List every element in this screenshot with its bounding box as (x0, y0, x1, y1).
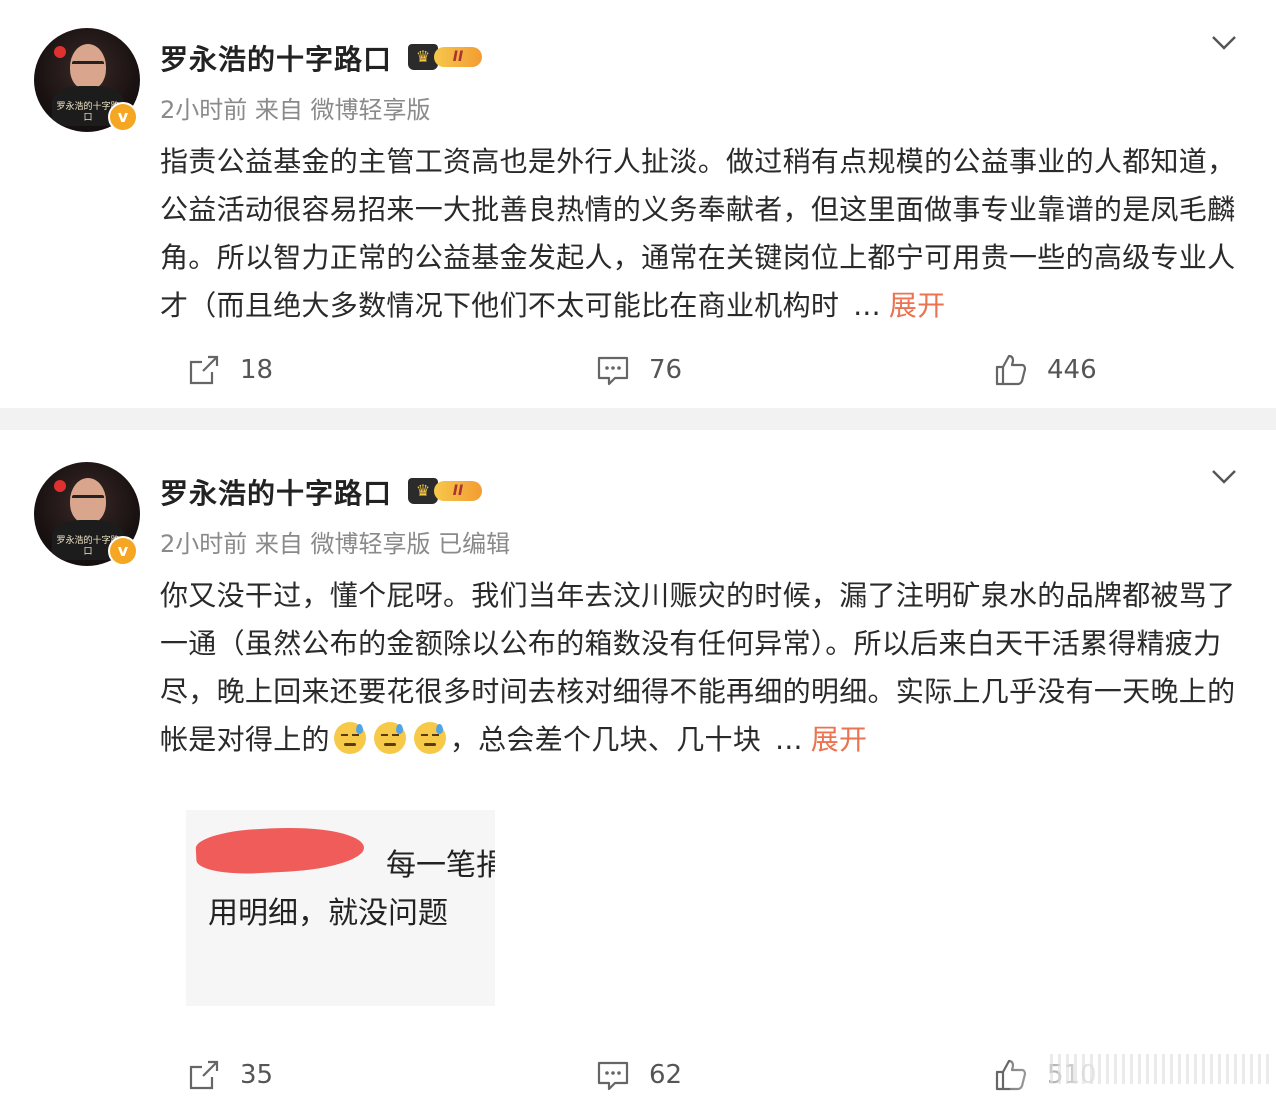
sweat-emoji-icon (373, 722, 406, 754)
comment-button[interactable]: 76 (595, 345, 682, 395)
comment-icon (597, 1061, 629, 1091)
repost-icon (189, 355, 219, 385)
weibo-post-1: 罗永浩的十字路口 v 罗永浩的十字路口 ♛ II 2小时前 来自 微博轻享版 指… (0, 0, 1276, 408)
like-button[interactable]: 446 (993, 345, 1097, 395)
verified-v-icon: v (108, 102, 138, 132)
image-text-line-1: 每一笔捐 (386, 848, 495, 883)
avatar-red-dot (54, 46, 66, 58)
thumbs-up-icon (995, 354, 1027, 386)
ellipsis: ... (775, 723, 803, 756)
post-meta: 2小时前 来自 微博轻享版 (160, 96, 431, 124)
post-image[interactable]: 每一笔捐 用明细，就没问题 (186, 810, 495, 1006)
feed-separator (0, 408, 1276, 430)
post-content: 你又没干过，懂个屁呀。我们当年去汶川赈灾的时候，漏了注明矿泉水的品牌都被骂了一通… (160, 572, 1240, 764)
expand-link[interactable]: 展开 (811, 723, 868, 756)
repost-icon (189, 1060, 219, 1090)
post-meta: 2小时前 来自 微博轻享版 已编辑 (160, 530, 511, 558)
post-content: 指责公益基金的主管工资高也是外行人扯淡。做过稍有点规模的公益事业的人都知道，公益… (160, 138, 1240, 330)
chevron-down-icon[interactable] (1210, 28, 1238, 56)
author-name[interactable]: 罗永浩的十字路口 (160, 38, 392, 78)
avatar-glasses (72, 61, 104, 72)
author-name[interactable]: 罗永浩的十字路口 (160, 472, 392, 512)
redaction-mark (194, 823, 366, 877)
comment-icon (597, 356, 629, 386)
avatar-red-dot (54, 480, 66, 492)
post-actions: 18 76 446 (0, 345, 1276, 395)
verified-v-icon: v (108, 536, 138, 566)
vip-level: II (434, 481, 482, 501)
repost-count: 18 (240, 355, 274, 385)
expand-link[interactable]: 展开 (889, 289, 946, 322)
sweat-emoji-icon (333, 722, 366, 754)
ellipsis: ... (853, 289, 881, 322)
like-count: 446 (1047, 355, 1097, 385)
chevron-down-icon[interactable] (1210, 462, 1238, 490)
repost-button[interactable]: 35 (186, 1050, 273, 1100)
comment-count: 76 (649, 355, 683, 385)
repost-count: 35 (240, 1060, 274, 1090)
post-text: 指责公益基金的主管工资高也是外行人扯淡。做过稍有点规模的公益事业的人都知道，公益… (160, 145, 1236, 322)
repost-button[interactable]: 18 (186, 345, 273, 395)
sweat-emoji-icon (413, 722, 446, 754)
post-text-tail: ，总会差个几块、几十块 (449, 723, 762, 756)
vip-badge[interactable]: ♛ II (408, 478, 484, 504)
vip-level: II (434, 47, 482, 67)
watermark-overlay (1010, 1040, 1276, 1098)
image-text-line-2: 用明细，就没问题 (208, 896, 448, 931)
avatar-glasses (72, 495, 104, 506)
comment-button[interactable]: 62 (595, 1050, 682, 1100)
comment-count: 62 (649, 1060, 683, 1090)
vip-badge[interactable]: ♛ II (408, 44, 484, 70)
weibo-post-2: 罗永浩的十字路口 v 罗永浩的十字路口 ♛ II 2小时前 来自 微博轻享版 已… (0, 430, 1276, 1098)
